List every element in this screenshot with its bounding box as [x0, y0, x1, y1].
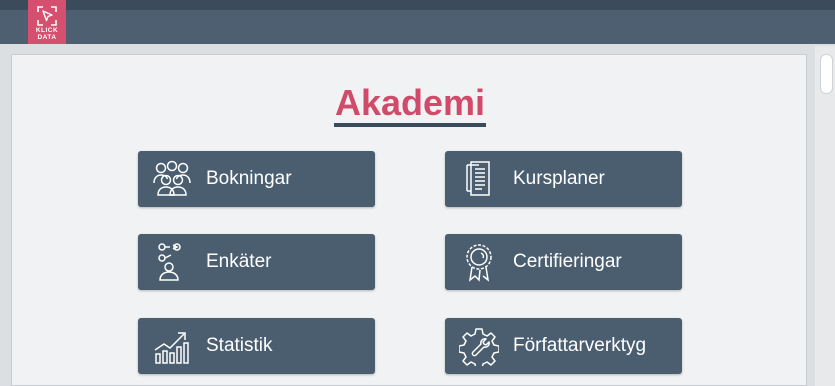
tile-label: Bokningar	[206, 168, 292, 189]
tile-certifieringar[interactable]: Certifieringar	[445, 234, 682, 290]
tile-bokningar[interactable]: Bokningar	[138, 151, 375, 207]
scrollbar-thumb[interactable]	[820, 54, 833, 94]
page-title: Akademi	[334, 82, 486, 123]
tile-forfattarverktyg[interactable]: Författarverktyg	[445, 318, 682, 374]
logo-text-line2: DATA	[37, 33, 57, 41]
tile-statistik[interactable]: Statistik	[138, 318, 375, 374]
survey-person-icon	[158, 243, 181, 281]
tile-label: Enkäter	[206, 251, 272, 272]
document-stack-icon	[466, 161, 490, 196]
top-strip	[0, 0, 835, 10]
gear-tool-icon	[459, 328, 499, 366]
bar-chart-trend-icon	[154, 332, 189, 364]
cursor-frame-icon	[37, 6, 57, 26]
tile-kursplaner[interactable]: Kursplaner	[445, 151, 682, 207]
tile-enkater[interactable]: Enkäter	[138, 234, 375, 290]
tile-label: Statistik	[206, 335, 273, 356]
tile-label: Författarverktyg	[513, 335, 647, 356]
people-group-icon	[153, 160, 191, 196]
klickdata-logo[interactable]: KLICK DATA	[28, 0, 66, 44]
award-badge-icon	[466, 244, 492, 282]
title-underline	[334, 123, 486, 127]
tile-label: Certifieringar	[513, 251, 622, 272]
tile-label: Kursplaner	[513, 168, 605, 189]
header-bar	[0, 10, 835, 44]
